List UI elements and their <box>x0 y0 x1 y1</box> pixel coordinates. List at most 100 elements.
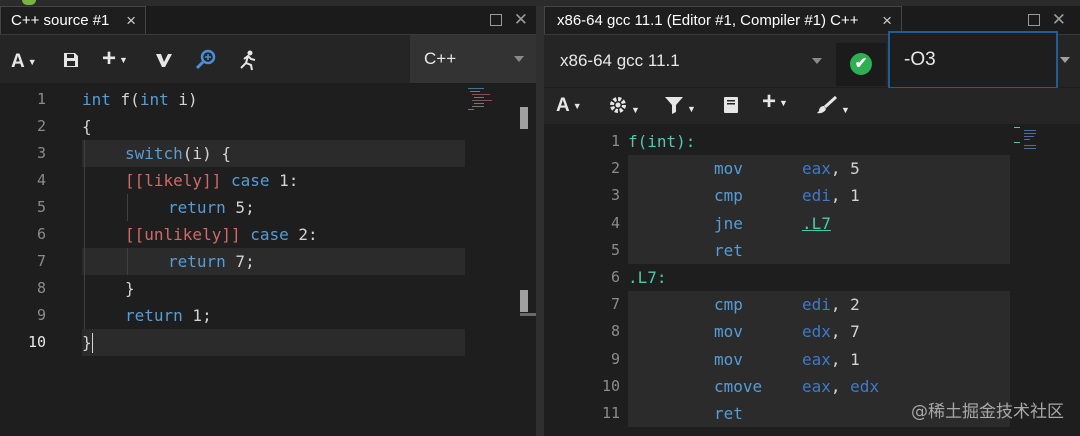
asm-line[interactable]: 5 ret <box>544 237 1080 264</box>
code-token: case <box>230 171 270 190</box>
code-token: 7; <box>225 252 255 271</box>
language-select[interactable]: C++ <box>410 35 536 83</box>
asm-line[interactable]: 10 cmove eax, edx <box>544 373 1080 400</box>
compiler-options-input[interactable]: -O3 <box>888 31 1058 89</box>
asm-token: edx <box>802 322 831 342</box>
code-text: int f(int i) <box>82 86 198 113</box>
window-accent <box>22 0 36 5</box>
tools-button[interactable]: ▼ <box>816 95 850 120</box>
source-window-controls: ✕ <box>489 10 528 30</box>
code-line[interactable]: 5 return 5; <box>0 194 536 221</box>
assembly-editor[interactable]: 1 f(int): 2 mov eax, 5 3 cmp edi, 1 4 jne .L7 5 ret 6… <box>544 124 1080 436</box>
asm-line[interactable]: 4 jne .L7 <box>544 210 1080 237</box>
asm-line[interactable]: 9 mov eax, 1 <box>544 346 1080 373</box>
asm-line[interactable]: 2 mov eax, 5 <box>544 155 1080 182</box>
font-icon: A <box>11 51 25 73</box>
asm-mnemonic: mov <box>714 159 743 179</box>
asm-mnemonic: mov <box>714 349 743 369</box>
line-number: 7 <box>610 295 620 314</box>
filter-button[interactable]: ▼ <box>664 96 696 119</box>
source-tab[interactable]: C++ source #1 × <box>0 6 146 34</box>
code-line[interactable]: 7 return 7; <box>0 248 536 275</box>
asm-token: edx <box>850 376 880 396</box>
caret-down-icon: ▼ <box>687 103 696 114</box>
line-number: 2 <box>610 159 620 178</box>
add-tool-button[interactable]: + ▼ <box>762 90 788 114</box>
add-button[interactable]: + ▼ <box>102 47 128 71</box>
asm-operands: eax, edx <box>802 373 879 400</box>
code-line[interactable]: 6 [[unlikely]] case 2: <box>0 221 536 248</box>
asm-line[interactable]: 6 .L7: <box>544 264 1080 291</box>
code-text: } <box>125 275 135 302</box>
gear-icon <box>610 97 626 113</box>
compiler-tab[interactable]: x86-64 gcc 11.1 (Editor #1, Compiler #1)… <box>544 6 902 34</box>
watermark: @稀土掘金技术社区 <box>911 402 1064 422</box>
cppinsights-button[interactable] <box>236 49 258 76</box>
line-number: 9 <box>36 306 46 324</box>
asm-mnemonic: cmp <box>714 186 743 206</box>
settings-button[interactable]: ▼ <box>608 95 640 120</box>
compiler-select[interactable]: x86-64 gcc 11.1 <box>544 35 834 87</box>
code-text: switch(i) { <box>125 140 231 167</box>
source-editor[interactable]: 1 int f(int i) 2{3 switch(i) {4 [[likely]] c… <box>0 83 536 436</box>
asm-line[interactable]: 3 cmp edi, 1 <box>544 182 1080 209</box>
close-tab-icon[interactable]: × <box>126 7 136 35</box>
plus-icon: + <box>762 88 777 115</box>
code-line[interactable]: 10} <box>0 329 536 356</box>
code-line[interactable]: 9 return 1; <box>0 302 536 329</box>
line-number: 6 <box>36 225 46 243</box>
code-token: [[unlikely]] <box>125 225 241 244</box>
code-token: return <box>125 306 183 325</box>
vim-icon <box>156 54 172 67</box>
pane-divider[interactable] <box>536 6 544 436</box>
code-line[interactable]: 3 switch(i) { <box>0 140 536 167</box>
magnify-link-icon <box>195 49 216 70</box>
asm-operands: eax, 1 <box>802 346 860 373</box>
maximize-icon[interactable] <box>1027 14 1040 26</box>
code-line[interactable]: 2{ <box>0 113 536 140</box>
line-number: 10 <box>27 333 46 351</box>
caret-down-icon: ▼ <box>572 101 582 111</box>
libraries-button[interactable] <box>722 96 740 119</box>
code-token: f( <box>110 90 140 109</box>
source-toolbar: A ▼ + ▼ C++ <box>0 35 536 83</box>
asm-line[interactable]: 1 f(int): <box>544 128 1080 155</box>
asm-line[interactable]: 8 mov edx, 7 <box>544 318 1080 345</box>
asm-line[interactable]: 7 cmp edi, 2 <box>544 291 1080 318</box>
code-line[interactable]: 8} <box>0 275 536 302</box>
asm-mnemonic: ret <box>714 404 743 423</box>
close-window-icon[interactable]: ✕ <box>1052 10 1066 30</box>
font-size-button[interactable]: A ▼ <box>11 52 37 72</box>
caret-down-icon: ▼ <box>27 57 37 67</box>
font-size-button[interactable]: A ▼ <box>556 96 582 116</box>
save-button[interactable] <box>62 51 80 74</box>
line-number: 2 <box>36 117 46 135</box>
line-number: 11 <box>601 404 620 422</box>
readonly-button[interactable] <box>194 48 218 77</box>
code-line[interactable]: 1 int f(int i) <box>0 86 536 113</box>
book-icon <box>724 97 738 113</box>
compile-status[interactable]: ✔ <box>836 43 886 86</box>
compiler-toolbar: A ▼ ▼ ▼ + ▼ ▼ <box>544 88 1080 124</box>
line-number: 3 <box>610 186 620 205</box>
maximize-icon[interactable] <box>489 14 502 26</box>
source-tab-title: C++ source #1 <box>11 12 110 29</box>
asm-token: , <box>830 376 851 396</box>
plus-icon: + <box>102 45 117 72</box>
caret-down-icon: ▼ <box>779 97 788 108</box>
label-link[interactable]: .L7 <box>802 214 831 233</box>
line-number: 4 <box>36 171 46 189</box>
code-text: } <box>82 329 92 356</box>
line-number: 5 <box>610 240 620 259</box>
asm-mnemonic: jne <box>714 213 743 233</box>
asm-mnemonic: cmove <box>714 376 763 396</box>
asm-token: eax <box>802 349 831 369</box>
options-dropdown-icon[interactable] <box>1060 57 1070 63</box>
filter-icon <box>665 97 683 114</box>
asm-token: , 7 <box>830 322 860 342</box>
close-window-icon[interactable]: ✕ <box>514 10 528 30</box>
caret-down-icon: ▼ <box>119 54 128 65</box>
code-line[interactable]: 4 [[likely]] case 1: <box>0 167 536 194</box>
vim-button[interactable] <box>154 51 174 74</box>
